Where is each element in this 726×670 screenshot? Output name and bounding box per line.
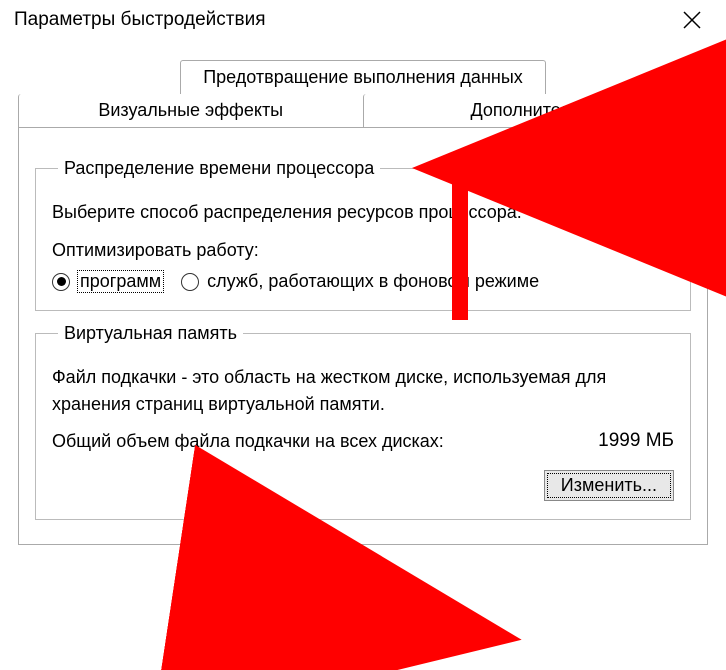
- tab-strip: Предотвращение выполнения данных Визуаль…: [18, 60, 708, 128]
- scheduling-description: Выберите способ распределения ресурсов п…: [52, 199, 674, 226]
- radio-services-label: служб, работающих в фоновом режиме: [207, 271, 539, 292]
- group-title: Распределение времени процессора: [58, 158, 380, 179]
- vmem-description: Файл подкачки - это область на жестком д…: [52, 364, 674, 418]
- group-processor-scheduling: Распределение времени процессора Выберит…: [35, 158, 691, 311]
- tab-panel-advanced: Распределение времени процессора Выберит…: [18, 128, 708, 545]
- change-button[interactable]: Изменить...: [544, 470, 674, 501]
- tab-advanced[interactable]: Дополнительно: [363, 94, 709, 127]
- radio-programs-label: программ: [78, 271, 163, 292]
- window-title: Параметры быстродействия: [14, 9, 265, 31]
- radio-icon: [181, 273, 199, 291]
- vmem-total-value: 1999 МБ: [598, 430, 674, 452]
- close-icon: [683, 11, 701, 29]
- annotation-arrow-right-icon: [220, 580, 520, 665]
- radio-programs[interactable]: программ: [52, 271, 163, 292]
- optimize-label: Оптимизировать работу:: [52, 240, 674, 261]
- window-titlebar: Параметры быстродействия: [0, 0, 726, 40]
- radio-background-services[interactable]: служб, работающих в фоновом режиме: [181, 271, 539, 292]
- group-virtual-memory: Виртуальная память Файл подкачки - это о…: [35, 323, 691, 520]
- vmem-total-label: Общий объем файла подкачки на всех диска…: [52, 431, 444, 452]
- radio-icon: [52, 273, 70, 291]
- close-button[interactable]: [672, 0, 712, 40]
- tab-dep[interactable]: Предотвращение выполнения данных: [180, 60, 546, 94]
- tab-visual-effects[interactable]: Визуальные эффекты: [18, 94, 363, 127]
- group-title: Виртуальная память: [58, 323, 243, 344]
